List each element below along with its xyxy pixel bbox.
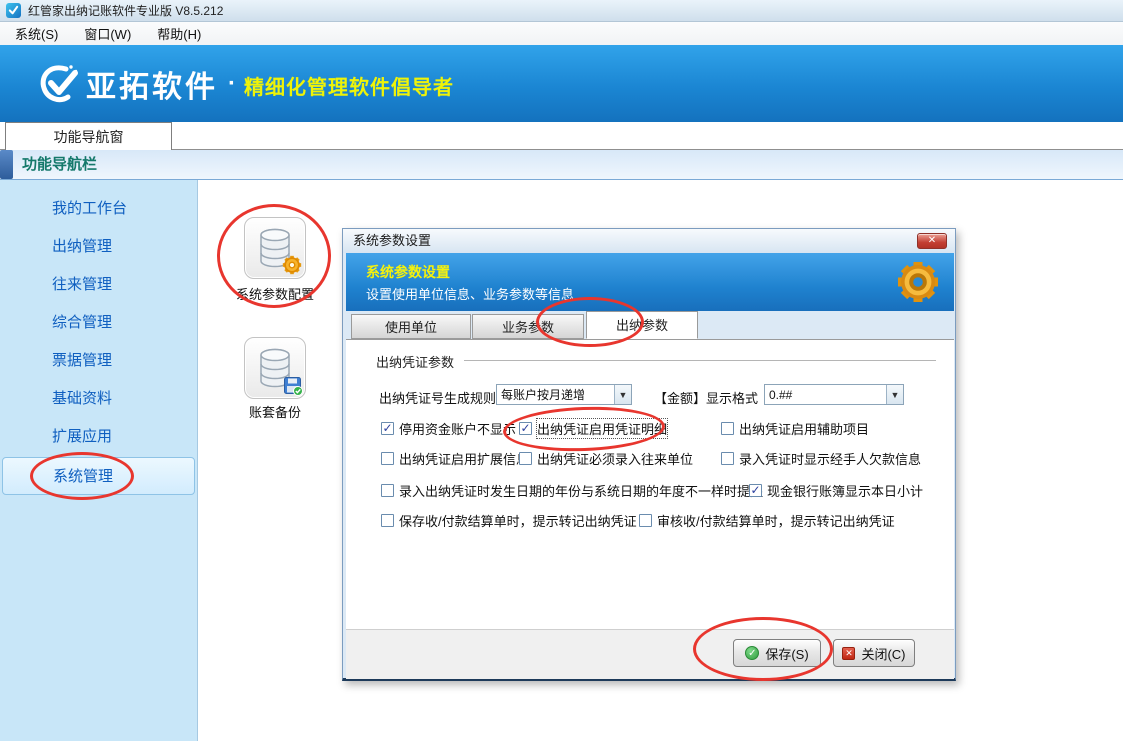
gear-icon bbox=[894, 258, 942, 306]
sidebar-item-contacts-management[interactable]: 往来管理 bbox=[0, 270, 197, 300]
save-button-label: 保存(S) bbox=[765, 644, 808, 663]
dialog-header-subtitle: 设置使用单位信息、业务参数等信息 bbox=[366, 284, 574, 303]
brand-logo-icon bbox=[36, 62, 80, 106]
checkbox-require-contact-unit[interactable]: ✓ 出纳凭证必须录入往来单位 bbox=[519, 449, 693, 468]
tool-account-backup[interactable] bbox=[244, 337, 306, 399]
amount-format-label: 【金额】显示格式 bbox=[654, 388, 758, 407]
sidebar-item-basic-data[interactable]: 基础资料 bbox=[0, 384, 197, 414]
brand-separator: · bbox=[228, 70, 236, 98]
chevron-down-icon[interactable]: ▼ bbox=[614, 385, 631, 404]
brand-slogan: 精细化管理软件倡导者 bbox=[244, 67, 454, 100]
chevron-down-icon[interactable]: ▼ bbox=[886, 385, 903, 404]
dialog-titlebar: 系统参数设置 ✕ bbox=[343, 229, 955, 253]
checkbox-show-daily-subtotal[interactable]: ✓ 现金银行账簿显示本日小计 bbox=[749, 481, 923, 500]
checkbox-box[interactable]: ✓ bbox=[721, 452, 734, 465]
tab-cashier-params[interactable]: 出纳参数 bbox=[586, 311, 698, 339]
select-amount-format[interactable]: 0.## ▼ bbox=[764, 384, 904, 405]
voucher-number-rule-label: 出纳凭证号生成规则 bbox=[379, 388, 496, 407]
tool-system-params-config[interactable] bbox=[244, 217, 306, 279]
menu-window[interactable]: 窗口(W) bbox=[71, 22, 144, 45]
sidebar-item-cashier-management[interactable]: 出纳管理 bbox=[0, 232, 197, 262]
dialog-close-button[interactable]: ✕ bbox=[917, 233, 947, 249]
nav-tabrow: 功能导航窗 bbox=[0, 122, 1123, 150]
checkbox-show-handler-debt-info[interactable]: ✓ 录入凭证时显示经手人欠款信息 bbox=[721, 449, 921, 468]
window-title: 红管家出纳记账软件专业版 V8.5.212 bbox=[28, 2, 223, 19]
checkbox-box[interactable]: ✓ bbox=[519, 452, 532, 465]
tool-label-system-params-config: 系统参数配置 bbox=[205, 284, 345, 303]
brand-name: 亚拓软件 bbox=[86, 62, 218, 106]
checkbox-enable-auxiliary-items[interactable]: ✓ 出纳凭证启用辅助项目 bbox=[721, 419, 869, 438]
x-square-icon: ✕ bbox=[842, 647, 855, 660]
tab-function-navigation[interactable]: 功能导航窗 bbox=[5, 122, 172, 150]
sidebar-item-my-workbench[interactable]: 我的工作台 bbox=[0, 194, 197, 224]
gear-icon bbox=[281, 254, 303, 276]
tab-company-info[interactable]: 使用单位 bbox=[351, 314, 471, 339]
select-voucher-number-rule[interactable]: 每账户按月递增 ▼ bbox=[496, 384, 632, 405]
group-title: 出纳凭证参数 bbox=[376, 352, 454, 371]
dialog-tabstrip: 使用单位 业务参数 出纳参数 bbox=[346, 311, 954, 339]
nav-accent-block bbox=[0, 150, 13, 179]
save-button[interactable]: ✓ 保存(S) bbox=[733, 639, 821, 667]
save-floppy-icon bbox=[283, 376, 303, 396]
amount-format-value: 0.## bbox=[765, 388, 886, 402]
checkbox-enable-voucher-detail[interactable]: ✓ 出纳凭证启用凭证明细 bbox=[519, 419, 667, 438]
app-logo-icon bbox=[6, 3, 21, 18]
checkbox-box[interactable]: ✓ bbox=[381, 514, 394, 527]
nav-header-title: 功能导航栏 bbox=[22, 150, 97, 179]
sidebar-item-extended-apps[interactable]: 扩展应用 bbox=[0, 422, 197, 452]
checkbox-box[interactable]: ✓ bbox=[381, 422, 394, 435]
checkbox-year-mismatch-reminder[interactable]: ✓ 录入出纳凭证时发生日期的年份与系统日期的年度不一样时提醒 bbox=[381, 481, 763, 500]
dialog-title: 系统参数设置 bbox=[353, 229, 431, 253]
menu-system[interactable]: 系统(S) bbox=[2, 22, 71, 45]
window-titlebar: 红管家出纳记账软件专业版 V8.5.212 bbox=[0, 0, 1123, 22]
checkbox-box[interactable]: ✓ bbox=[639, 514, 652, 527]
sidebar: 我的工作台 出纳管理 往来管理 综合管理 票据管理 基础资料 扩展应用 系统管理 bbox=[0, 180, 198, 741]
check-circle-icon: ✓ bbox=[745, 646, 759, 660]
checkbox-box[interactable]: ✓ bbox=[381, 484, 394, 497]
brand-banner: 亚拓软件 · 精细化管理软件倡导者 bbox=[0, 45, 1123, 122]
close-icon: ✕ bbox=[928, 235, 936, 246]
checkbox-save-settlement-prompt[interactable]: ✓ 保存收/付款结算单时，提示转记出纳凭证 bbox=[381, 511, 637, 530]
menubar: 系统(S) 窗口(W) 帮助(H) bbox=[0, 22, 1123, 45]
app-window: 红管家出纳记账软件专业版 V8.5.212 系统(S) 窗口(W) 帮助(H) … bbox=[0, 0, 1123, 741]
menu-help[interactable]: 帮助(H) bbox=[144, 22, 214, 45]
sidebar-item-system-management[interactable]: 系统管理 bbox=[2, 457, 195, 495]
cashier-params-page: 出纳凭证参数 出纳凭证号生成规则 每账户按月递增 ▼ 【金额】显示格式 0.##… bbox=[346, 339, 954, 629]
close-button-label: 关闭(C) bbox=[861, 644, 905, 663]
checkbox-box[interactable]: ✓ bbox=[721, 422, 734, 435]
group-divider bbox=[464, 360, 936, 361]
tab-business-params[interactable]: 业务参数 bbox=[472, 314, 584, 339]
checkbox-box[interactable]: ✓ bbox=[381, 452, 394, 465]
checkbox-enable-extended-info[interactable]: ✓ 出纳凭证启用扩展信息 bbox=[381, 449, 529, 468]
nav-header-bar: 功能导航栏 bbox=[0, 150, 1123, 180]
voucher-number-rule-value: 每账户按月递增 bbox=[497, 386, 614, 403]
checkbox-hide-disabled-accounts[interactable]: ✓ 停用资金账户不显示 bbox=[381, 419, 516, 438]
close-button[interactable]: ✕ 关闭(C) bbox=[833, 639, 915, 667]
system-params-dialog: 系统参数设置 ✕ 系统参数设置 设置使用单位信息、业务参数等信息 使用单位 业务… bbox=[342, 228, 956, 681]
sidebar-item-bills-management[interactable]: 票据管理 bbox=[0, 346, 197, 376]
tool-label-account-backup: 账套备份 bbox=[205, 402, 345, 421]
sidebar-item-comprehensive-management[interactable]: 综合管理 bbox=[0, 308, 197, 338]
dialog-footer: ✓ 保存(S) ✕ 关闭(C) bbox=[346, 629, 954, 679]
checkbox-audit-settlement-prompt[interactable]: ✓ 审核收/付款结算单时，提示转记出纳凭证 bbox=[639, 511, 895, 530]
dialog-header-banner: 系统参数设置 设置使用单位信息、业务参数等信息 bbox=[346, 253, 954, 311]
checkbox-box[interactable]: ✓ bbox=[519, 422, 532, 435]
checkbox-box[interactable]: ✓ bbox=[749, 484, 762, 497]
dialog-header-title: 系统参数设置 bbox=[366, 262, 450, 282]
